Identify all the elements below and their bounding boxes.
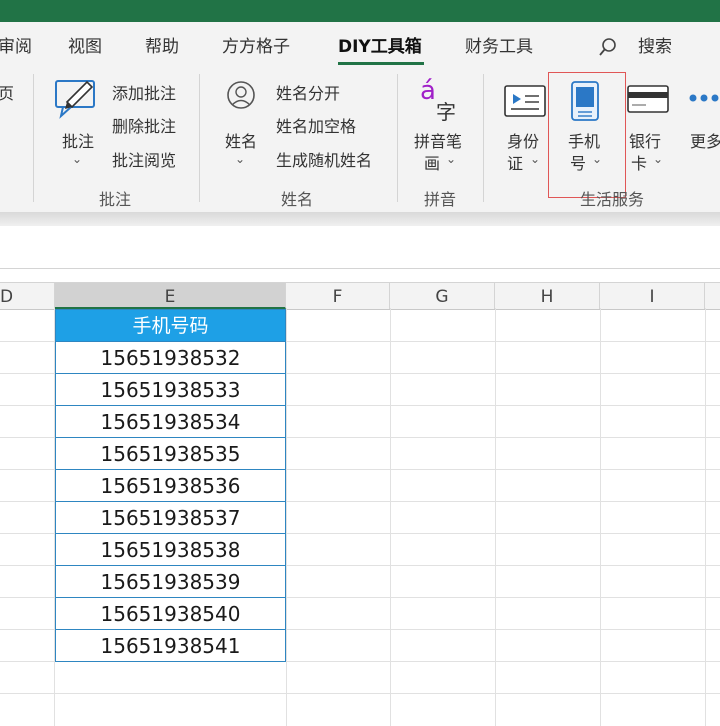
group-label-pinyin: 拼音 (424, 190, 457, 209)
grid-line (705, 308, 706, 726)
table-row[interactable]: 15651938536 (55, 470, 286, 502)
group-label-comments: 批注 (99, 190, 132, 209)
bank-card-button-label-2[interactable]: 卡 (631, 150, 647, 174)
delete-comment-button[interactable]: 删除批注 (112, 113, 176, 137)
table-row[interactable]: 15651938541 (55, 630, 286, 662)
pinyin-button-label[interactable]: 拼音笔 (414, 128, 462, 152)
pinyin-icon-char: 字 (436, 100, 456, 124)
table-row[interactable]: 15651938539 (55, 566, 286, 598)
group-separator (397, 74, 398, 202)
more-dots-icon (689, 94, 719, 102)
chevron-down-icon[interactable]: ⌄ (446, 152, 456, 166)
grid-line (600, 308, 601, 726)
more-button-label[interactable]: 更多 (690, 128, 720, 152)
chevron-down-icon[interactable]: ⌄ (530, 152, 540, 166)
tab-help[interactable]: 帮助 (145, 32, 179, 57)
table-row[interactable]: 15651938534 (55, 406, 286, 438)
tab-review[interactable]: 审阅 (0, 32, 32, 57)
id-card-button-label[interactable]: 身份 (507, 128, 539, 152)
add-comment-button[interactable]: 添加批注 (112, 80, 176, 104)
pinyin-icon-letter: á (420, 76, 436, 106)
table-row[interactable]: 15651938540 (55, 598, 286, 630)
ribbon-shadow (0, 212, 720, 226)
table-row[interactable]: 15651938535 (55, 438, 286, 470)
phone-button-highlight[interactable] (548, 72, 626, 198)
column-header-f[interactable]: F (286, 283, 390, 309)
phone-header-cell[interactable]: 手机号码 (55, 309, 286, 342)
person-icon (227, 81, 255, 109)
partial-page-button[interactable]: 页 (0, 80, 14, 104)
tab-view[interactable]: 视图 (68, 32, 102, 57)
bank-card-icon (627, 85, 669, 113)
column-header-d[interactable]: D (0, 283, 55, 309)
column-header-h[interactable]: H (495, 283, 600, 309)
comment-pen-icon (55, 80, 95, 119)
grid-line (0, 693, 720, 694)
search-icon[interactable] (598, 37, 618, 57)
active-tab-indicator (338, 62, 424, 65)
random-name-button[interactable]: 生成随机姓名 (276, 147, 372, 171)
table-row[interactable]: 15651938532 (55, 342, 286, 374)
tab-diy-toolbox[interactable]: DIY工具箱 (338, 32, 422, 57)
table-row[interactable]: 15651938537 (55, 502, 286, 534)
tab-fangfang[interactable]: 方方格子 (222, 32, 290, 57)
id-card-button-label-2[interactable]: 证 (507, 150, 523, 174)
chevron-down-icon[interactable]: ⌄ (72, 152, 82, 166)
group-separator (199, 74, 200, 202)
group-label-names: 姓名 (281, 190, 314, 209)
chevron-down-icon[interactable]: ⌄ (235, 152, 245, 166)
pinyin-button-label-2[interactable]: 画 (424, 150, 440, 174)
id-card-icon (504, 85, 546, 117)
group-label-life-services: 生活服务 (580, 190, 645, 209)
column-header-i[interactable]: I (600, 283, 705, 309)
bank-card-button-label[interactable]: 银行 (629, 128, 661, 152)
title-bar (0, 0, 720, 22)
table-row[interactable]: 15651938533 (55, 374, 286, 406)
split-name-button[interactable]: 姓名分开 (276, 80, 340, 104)
column-header-g[interactable]: G (390, 283, 495, 309)
group-separator (483, 74, 484, 202)
search-label[interactable]: 搜索 (638, 32, 672, 57)
chevron-down-icon[interactable]: ⌄ (653, 152, 663, 166)
browse-comments-button[interactable]: 批注阅览 (112, 147, 176, 171)
name-button-label[interactable]: 姓名 (225, 128, 257, 152)
formula-bar-area[interactable] (0, 226, 720, 269)
comment-button-label[interactable]: 批注 (62, 128, 94, 152)
column-header-row: D E F G H I (0, 282, 720, 310)
column-header-e[interactable]: E (55, 283, 286, 309)
tab-finance[interactable]: 财务工具 (465, 32, 533, 57)
grid-line (390, 308, 391, 726)
grid-line (286, 308, 287, 726)
name-add-space-button[interactable]: 姓名加空格 (276, 113, 356, 137)
group-separator (33, 74, 34, 202)
table-row[interactable]: 15651938538 (55, 534, 286, 566)
grid-line (495, 308, 496, 726)
